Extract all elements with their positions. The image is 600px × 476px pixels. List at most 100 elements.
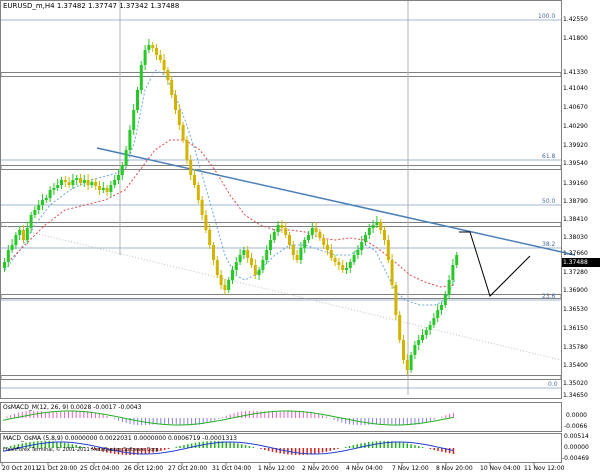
candle-body xyxy=(170,80,174,95)
price-label: 1.39160 xyxy=(563,180,588,187)
fib-label: 100.0 xyxy=(538,13,556,20)
candle-body xyxy=(162,60,166,70)
candle-body xyxy=(166,70,170,80)
candle-body xyxy=(90,182,94,185)
level-band-5[interactable] xyxy=(0,375,562,380)
indicator2-axis-label: 0.00000 xyxy=(564,444,589,451)
main-chart-frame xyxy=(0,0,562,399)
trend-line[interactable] xyxy=(96,147,576,256)
price-label: 1.40670 xyxy=(563,104,588,111)
indicator2-axis-label: -0.00469 xyxy=(562,455,589,462)
candle-body xyxy=(432,318,436,325)
candle-body xyxy=(352,255,356,262)
candle-body xyxy=(265,250,269,260)
candle-body xyxy=(128,130,132,150)
candle-body xyxy=(231,270,234,280)
price-label: 1.41800 xyxy=(563,35,588,42)
price-label: 1.41040 xyxy=(563,85,588,92)
candle-body xyxy=(398,315,402,340)
candlestick-series[interactable] xyxy=(3,39,459,375)
candle-body xyxy=(113,180,117,185)
candle-body xyxy=(310,228,314,235)
fib-diagonal-line xyxy=(0,224,562,361)
indicator1-axis-label: -0.0066 xyxy=(564,423,588,430)
projected-pattern[interactable] xyxy=(459,231,531,297)
time-label: 25 Oct 04:00 xyxy=(80,465,120,472)
candle-body xyxy=(451,265,455,280)
indicator2-title: MACD_OsMA (5,8,9) 0.0000000 0.0022031 0.… xyxy=(3,435,237,442)
candle-body xyxy=(394,285,398,315)
price-label: 1.36900 xyxy=(563,287,588,294)
candle-body xyxy=(227,280,231,290)
terminal-footer: FreshForex Terminal, © 2001-2011 MetaQuo… xyxy=(3,447,161,453)
candle-body xyxy=(193,175,196,185)
support-resistance-levels[interactable] xyxy=(0,19,562,389)
candle-body xyxy=(223,285,227,290)
level-band-2[interactable] xyxy=(0,165,562,170)
candle-body xyxy=(402,340,405,360)
price-label: 1.36530 xyxy=(563,306,588,313)
price-label: 1.39920 xyxy=(563,142,588,149)
candle-body xyxy=(41,200,44,205)
candle-body xyxy=(234,262,238,270)
price-label: 1.36150 xyxy=(563,325,588,332)
fib-label: 0.0 xyxy=(548,381,558,388)
level-band-1[interactable] xyxy=(0,72,562,77)
price-label: 1.34650 xyxy=(563,392,588,399)
candle-body xyxy=(253,265,257,275)
candle-body xyxy=(18,230,22,235)
candle-body xyxy=(250,258,253,265)
fib-label: 50.0 xyxy=(542,198,556,205)
price-label: 1.37280 xyxy=(563,269,588,276)
candle-body xyxy=(29,215,33,228)
time-label: 26 Oct 12:00 xyxy=(124,465,164,472)
candle-body xyxy=(364,235,367,242)
indicator1-axis-label: 0.0000 xyxy=(566,412,587,419)
candle-body xyxy=(356,250,360,255)
candle-body xyxy=(447,280,451,295)
price-label: 1.35400 xyxy=(563,362,588,369)
candle-body xyxy=(284,228,288,235)
candle-body xyxy=(272,232,276,240)
indicator1-title: OsMACD_M(12, 26, 9) 0.0028 -0.0017 -0.00… xyxy=(3,404,142,411)
price-label: 1.38410 xyxy=(563,216,588,223)
time-label: 2 Nov 20:00 xyxy=(302,465,339,472)
candle-body xyxy=(424,330,428,335)
candle-body xyxy=(326,245,329,250)
level-band-4[interactable] xyxy=(0,294,562,299)
osmacd-indicator[interactable] xyxy=(2,410,454,426)
candle-body xyxy=(25,228,29,240)
candle-body xyxy=(56,185,60,188)
candle-body xyxy=(367,228,371,235)
candle-body xyxy=(185,140,189,160)
candle-body xyxy=(238,255,242,262)
candle-body xyxy=(155,48,158,55)
price-label: 1.41330 xyxy=(563,69,588,76)
candle-body xyxy=(242,250,246,255)
candle-body xyxy=(117,175,120,180)
candle-body xyxy=(124,150,128,165)
candle-body xyxy=(341,265,345,270)
candle-body xyxy=(79,178,82,183)
candle-body xyxy=(101,188,105,190)
candle-body xyxy=(120,165,124,175)
candle-body xyxy=(405,360,409,370)
candle-body xyxy=(37,205,41,210)
time-label: 27 Oct 20:00 xyxy=(168,465,208,472)
price-label: 1.37660 xyxy=(563,250,588,257)
candle-body xyxy=(48,190,52,198)
candle-body xyxy=(212,245,215,260)
osmacd-signal-line xyxy=(2,410,454,426)
candle-body xyxy=(288,235,291,245)
candle-body xyxy=(443,295,447,305)
candle-body xyxy=(383,230,386,240)
candle-body xyxy=(22,230,25,240)
price-label: 1.39540 xyxy=(563,160,588,167)
candle-body xyxy=(371,225,375,228)
candle-body xyxy=(379,222,383,230)
price-axis: 1.42550 1.41800 1.41330 1.41040 1.40670 … xyxy=(563,0,600,400)
candle-body xyxy=(86,180,90,185)
candle-body xyxy=(105,188,109,192)
candle-body xyxy=(33,210,37,215)
candle-body xyxy=(189,160,193,175)
